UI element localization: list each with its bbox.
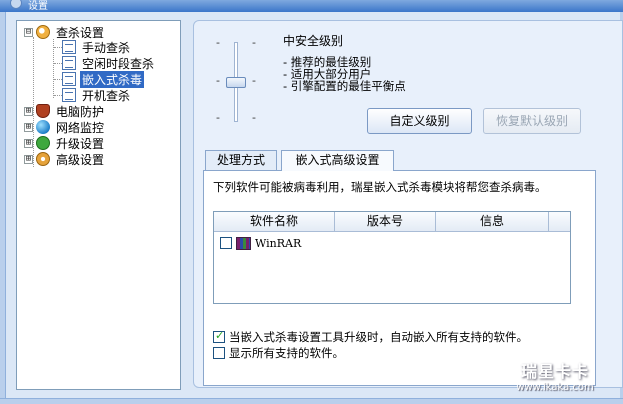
expand-icon[interactable]: ⊞ xyxy=(24,154,33,164)
title-bar: 设置 xyxy=(0,0,623,12)
show-all-label: 显示所有支持的软件。 xyxy=(229,346,344,360)
tree-item-label: 嵌入式杀毒 xyxy=(80,70,145,88)
tree-item-upgrade-settings[interactable]: ⊞ 升级设置 xyxy=(24,135,106,151)
custom-level-button[interactable]: 自定义级别 xyxy=(367,108,472,134)
page-icon xyxy=(62,40,76,54)
slider-tick: - xyxy=(216,74,220,87)
tree-item-label: 升级设置 xyxy=(56,136,105,151)
table-header: 软件名称 版本号 信息 xyxy=(214,212,570,232)
tree-item-embedded-scan[interactable]: 嵌入式杀毒 xyxy=(62,70,145,88)
tree-item-label: 电脑防护 xyxy=(56,104,105,119)
watermark-url: www.ikaka.com xyxy=(516,382,594,393)
page-icon xyxy=(62,72,76,86)
window-title: 设置 xyxy=(28,1,48,12)
tab-embedded-advanced[interactable]: 嵌入式高级设置 xyxy=(281,150,394,171)
show-all-option[interactable]: 显示所有支持的软件。 xyxy=(213,345,344,361)
tree-item-label: 开机查杀 xyxy=(82,88,131,103)
expand-icon[interactable]: ⊞ xyxy=(24,122,33,132)
tree-item-boot-scan[interactable]: 开机查杀 xyxy=(62,87,132,103)
gear-icon xyxy=(36,152,50,166)
expand-icon[interactable]: ⊞ xyxy=(24,106,33,116)
page-icon xyxy=(62,56,76,70)
auto-embed-label: 当嵌入式杀毒设置工具升级时，自动嵌入所有支持的软件。 xyxy=(229,330,528,344)
column-header[interactable]: 版本号 xyxy=(335,212,436,232)
upgrade-icon xyxy=(36,136,50,150)
tree-item-label: 高级设置 xyxy=(56,152,105,167)
security-level-title: 中安全级别 xyxy=(283,34,344,48)
row-checkbox[interactable] xyxy=(220,237,232,249)
tab-handling[interactable]: 处理方式 xyxy=(205,150,277,170)
tree-item-pc-protection[interactable]: ⊞ 电脑防护 xyxy=(24,103,106,119)
settings-tree[interactable]: ⊟ 查杀设置 手动查杀 空闲时段查杀 嵌入式杀毒 开机查杀 ⊞ 电脑防护 ⊞ 网… xyxy=(16,20,181,390)
collapse-icon[interactable]: ⊟ xyxy=(24,27,33,37)
show-all-checkbox[interactable] xyxy=(213,347,225,359)
column-header[interactable]: 软件名称 xyxy=(214,212,335,232)
security-level-slider-thumb[interactable] xyxy=(226,76,246,88)
slider-tick: - xyxy=(216,111,220,124)
slider-tick: - xyxy=(252,74,256,87)
tree-item-network-monitor[interactable]: ⊞ 网络监控 xyxy=(24,119,106,135)
window-frame-bottom xyxy=(0,398,623,404)
slider-tick: - xyxy=(216,36,220,49)
winrar-icon xyxy=(236,236,251,250)
search-icon xyxy=(36,25,50,39)
tree-item-label: 手动查杀 xyxy=(82,40,131,55)
app-icon xyxy=(10,0,22,9)
expand-icon[interactable]: ⊞ xyxy=(24,138,33,148)
tree-item-idle-scan[interactable]: 空闲时段查杀 xyxy=(62,55,156,71)
software-name: WinRAR xyxy=(255,236,302,250)
slider-tick: - xyxy=(252,111,256,124)
column-header[interactable]: 信息 xyxy=(436,212,549,232)
security-level-desc: - 引擎配置的最佳平衡点 xyxy=(283,79,406,93)
software-table[interactable]: 软件名称 版本号 信息 WinRAR xyxy=(213,211,571,304)
table-row[interactable]: WinRAR xyxy=(220,236,301,250)
embedded-intro: 下列软件可能被病毒利用，瑞星嵌入式杀毒模块将帮您查杀病毒。 xyxy=(213,180,547,194)
tree-item-manual-scan[interactable]: 手动查杀 xyxy=(62,39,132,55)
window-frame-left xyxy=(0,12,6,404)
slider-tick: - xyxy=(252,36,256,49)
page-icon xyxy=(62,88,76,102)
tree-item-label: 空闲时段查杀 xyxy=(82,56,155,71)
restore-default-button[interactable]: 恢复默认级别 xyxy=(483,108,581,134)
tree-item-advanced-settings[interactable]: ⊞ 高级设置 xyxy=(24,151,106,167)
tree-item-label: 网络监控 xyxy=(56,120,105,135)
shield-icon xyxy=(36,104,50,118)
globe-icon xyxy=(36,120,50,134)
watermark-logo: 瑞星卡卡 www.ikaka.com xyxy=(495,358,615,396)
watermark-brand: 瑞星卡卡 xyxy=(520,362,589,381)
auto-embed-checkbox[interactable] xyxy=(213,329,225,343)
auto-embed-option[interactable]: 当嵌入式杀毒设置工具升级时，自动嵌入所有支持的软件。 xyxy=(213,329,528,345)
